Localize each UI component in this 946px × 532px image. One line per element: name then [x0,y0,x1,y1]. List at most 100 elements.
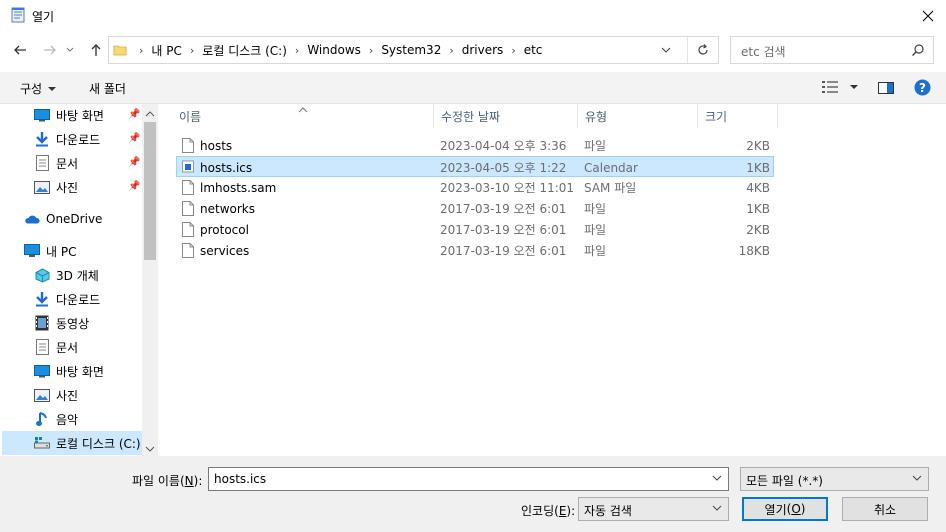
address-history-button[interactable] [654,37,678,63]
nav-item-label: 사진 [56,180,79,195]
nav-item-label: 음악 [56,412,79,427]
view-options-button[interactable] [822,80,858,94]
nav-item-this-pc[interactable]: 내 PC [24,240,76,262]
nav-item-3d-objects[interactable]: 3D 개체 [34,264,99,286]
nav-item-videos[interactable]: 동영상 [34,312,89,334]
drive-icon [34,435,50,451]
file-size: 1KB [746,160,770,175]
file-name: services [200,243,250,258]
encoding-select[interactable]: 자동 검색 [578,497,729,521]
breadcrumb-item[interactable]: etc [524,43,543,57]
document-icon [34,155,50,171]
preview-pane-button[interactable] [878,81,894,98]
nav-item-label: 바탕 화면 [56,108,104,123]
file-row[interactable]: networks 2017-03-19 오전 6:01 파일 1KB [176,198,774,219]
chevron-down-icon[interactable] [712,473,722,483]
nav-item-pictures[interactable]: 사진 [34,384,78,406]
file-icon [182,180,194,195]
breadcrumb-item[interactable]: 로컬 디스크 (C:) [202,42,287,59]
pin-icon[interactable]: 📌 [128,109,140,120]
search-box[interactable]: etc 검색 [730,36,934,64]
calendar-file-icon [182,159,194,174]
breadcrumb-separator: › [294,43,300,57]
file-type: SAM 파일 [584,181,637,195]
close-icon [922,10,934,22]
search-placeholder: etc 검색 [741,45,786,59]
organize-button[interactable]: 구성 [20,80,57,97]
file-row[interactable]: services 2017-03-19 오전 6:01 파일 18KB [176,240,774,261]
cloud-icon [24,211,40,227]
column-header-date[interactable]: 수정한 날짜 [434,104,578,128]
address-bar[interactable]: › 내 PC › 로컬 디스크 (C:) › Windows › System3… [108,36,719,64]
preview-pane-icon [878,82,894,94]
breadcrumb-separator: › [139,43,144,57]
file-type: Calendar [584,160,638,175]
scroll-down-icon[interactable] [145,442,155,456]
cancel-button[interactable]: 취소 [842,497,928,521]
pin-icon[interactable]: 📌 [128,133,140,144]
breadcrumb-item[interactable]: Windows [307,43,361,57]
3d-objects-icon [34,267,50,283]
open-button[interactable]: 열기(O) [742,497,828,521]
file-row[interactable]: protocol 2017-03-19 오전 6:01 파일 2KB [176,219,774,240]
scroll-up-icon[interactable] [145,107,155,121]
pin-icon[interactable]: 📌 [128,157,140,168]
recent-locations-button[interactable] [62,38,78,62]
breadcrumb-item[interactable]: System32 [381,43,441,57]
file-icon [182,138,194,153]
arrow-left-icon [14,45,26,55]
file-row-selected[interactable]: hosts.ics 2023-04-05 오후 1:22 Calendar 1K… [176,156,774,177]
column-header-type[interactable]: 유형 [578,104,698,128]
nav-item-local-disk[interactable]: 로컬 디스크 (C:) [34,432,141,454]
computer-icon [24,243,40,259]
refresh-button[interactable] [687,37,718,63]
encoding-value: 자동 검색 [584,504,632,518]
new-folder-button[interactable]: 새 폴더 [89,80,126,97]
close-button[interactable] [910,0,946,32]
breadcrumb-item[interactable]: 내 PC [151,42,181,59]
nav-scrollbar-thumb[interactable] [144,122,156,260]
nav-item-music[interactable]: 음악 [34,408,78,430]
file-size: 2KB [746,222,770,237]
nav-item-downloads[interactable]: 다운로드 [34,128,100,150]
nav-item-label: 사진 [56,388,79,403]
file-name: lmhosts.sam [200,180,277,195]
column-header-name[interactable]: 이름 [172,104,434,128]
download-icon [34,291,50,307]
filetype-select[interactable]: 모든 파일 (*.*) [740,467,929,491]
file-date: 2023-04-05 오후 1:22 [440,161,567,175]
breadcrumb-separator: › [189,43,195,57]
pin-icon[interactable]: 📌 [128,181,140,192]
nav-item-label: 문서 [56,340,79,355]
breadcrumb-item[interactable]: drivers [462,43,504,57]
file-type: 파일 [584,202,607,216]
file-row[interactable]: lmhosts.sam 2023-03-10 오전 11:01 SAM 파일 4… [176,177,774,198]
nav-item-documents[interactable]: 문서 [34,152,78,174]
filename-combobox[interactable]: hosts.ics [208,467,729,491]
nav-item-downloads[interactable]: 다운로드 [34,288,100,310]
nav-item-desktop[interactable]: 바탕 화면 [34,360,104,382]
file-name: protocol [200,222,249,237]
nav-item-label: 동영상 [56,316,90,331]
filename-label: 파일 이름(N): [132,474,203,488]
column-header-size[interactable]: 크기 [698,104,778,128]
back-button[interactable] [8,38,32,62]
chevron-down-icon [661,47,671,53]
download-icon [34,131,50,147]
folder-icon [113,43,127,57]
up-button[interactable] [84,38,108,62]
nav-item-onedrive[interactable]: OneDrive [24,208,102,230]
help-button[interactable]: ? [914,79,931,99]
refresh-icon [698,44,708,55]
pictures-icon [34,387,50,403]
breadcrumb-separator: › [449,43,454,57]
file-type: 파일 [584,244,607,258]
filename-input[interactable]: hosts.ics [214,472,266,486]
nav-item-desktop[interactable]: 바탕 화면 [34,104,104,126]
forward-button[interactable] [38,38,62,62]
file-date: 2017-03-19 오전 6:01 [440,244,567,258]
nav-item-pictures[interactable]: 사진 [34,176,78,198]
file-row[interactable]: hosts 2023-04-04 오후 3:36 파일 2KB [176,135,774,156]
search-icon[interactable] [911,43,925,60]
nav-item-documents[interactable]: 문서 [34,336,78,358]
